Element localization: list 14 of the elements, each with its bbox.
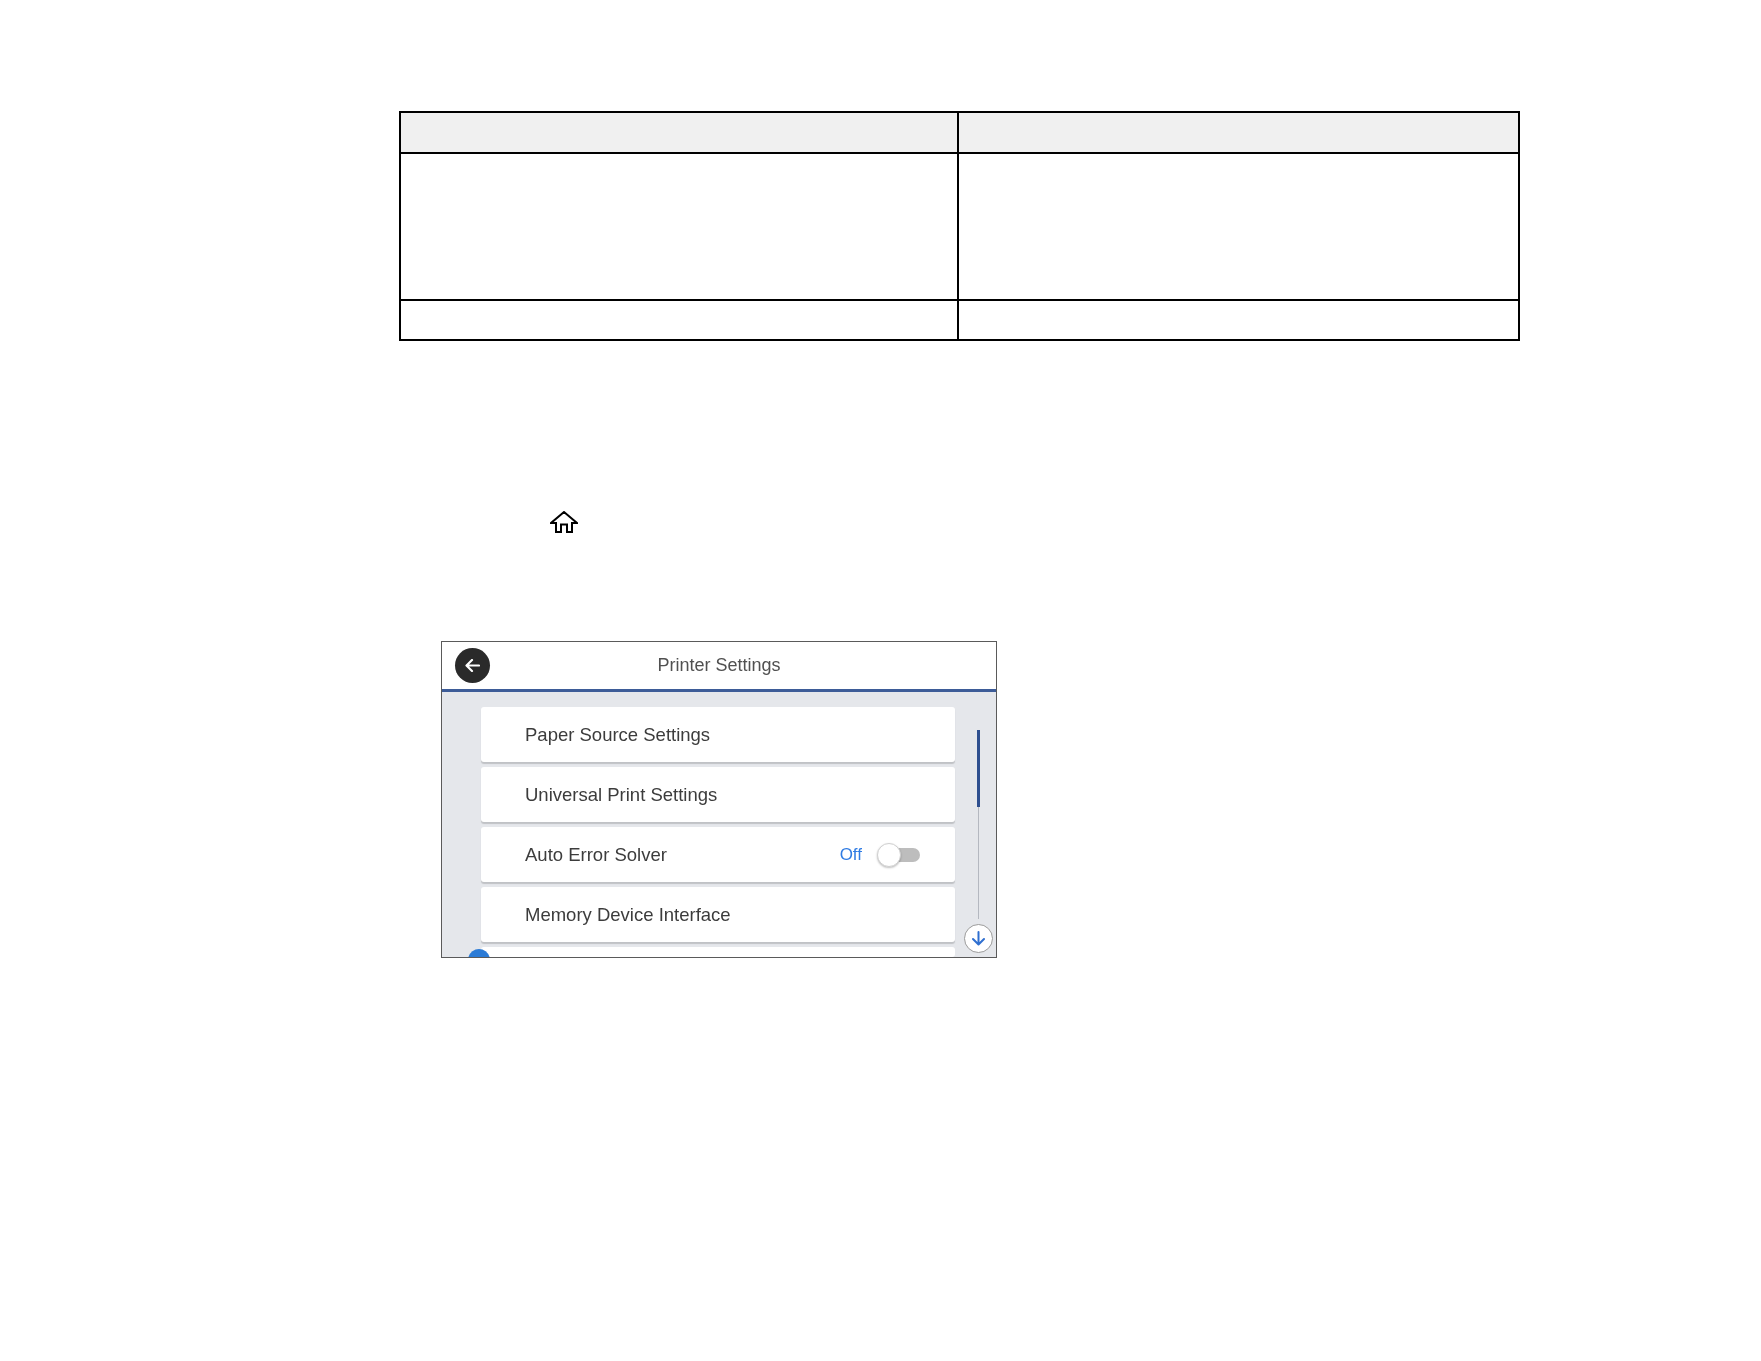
down-arrow-icon [972, 931, 985, 946]
back-button[interactable] [455, 648, 490, 683]
toggle-switch[interactable] [877, 842, 920, 867]
toggle-state-label: Off [839, 844, 862, 865]
left-arrow-icon [465, 659, 480, 672]
scroll-down-button[interactable] [964, 924, 993, 953]
screen-title: Printer Settings [657, 655, 781, 676]
scrollbar-thumb[interactable] [977, 730, 980, 807]
scrollbar-track[interactable] [977, 730, 980, 919]
menu-item[interactable]: Memory Device Interface [481, 887, 955, 942]
menu-item[interactable]: Universal Print Settings [481, 767, 955, 822]
menu-item[interactable]: Paper Source Settings [481, 707, 955, 762]
menu-item[interactable]: Auto Error Solver Off [481, 827, 955, 882]
home-icon [550, 511, 578, 533]
